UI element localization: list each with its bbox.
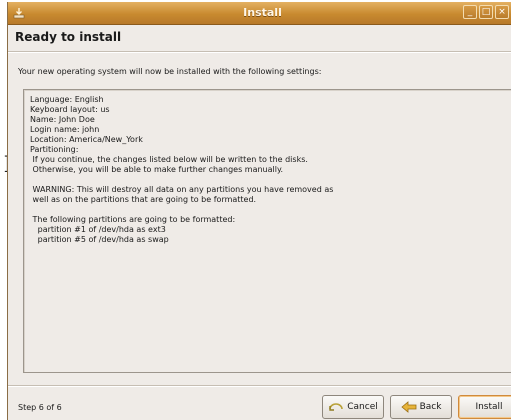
intro-text: Your new operating system will now be in… [18, 67, 322, 76]
back-arrow-icon [400, 401, 416, 413]
settings-summary-panel[interactable]: Language: English Keyboard layout: us Name… [23, 89, 511, 373]
minimize-icon[interactable]: _ [463, 5, 477, 19]
back-button[interactable]: Back [390, 395, 452, 419]
settings-line: If you continue, the changes listed belo… [30, 155, 308, 164]
maximize-icon[interactable]: □ [479, 5, 493, 19]
cancel-button[interactable]: Cancel [322, 395, 384, 419]
page-title: Ready to install [15, 30, 122, 44]
settings-line: Login name: john [30, 125, 100, 134]
window-title: Install [243, 6, 282, 19]
settings-line: partition #5 of /dev/hda as swap [30, 235, 169, 244]
screen: r K r e ... Install _ □ × Ready to insta… [0, 0, 511, 420]
title-bar[interactable]: Install _ □ × [8, 2, 511, 25]
footer-divider [8, 385, 511, 387]
settings-line [30, 205, 333, 215]
settings-line: well as on the partitions that are going… [30, 195, 257, 204]
cancel-icon [329, 403, 344, 411]
step-indicator: Step 6 of 6 [18, 403, 62, 412]
install-window: Install _ □ × Ready to install Your new … [7, 2, 511, 420]
settings-line: Language: English [30, 95, 104, 104]
settings-summary-text: Language: English Keyboard layout: us Name… [30, 95, 333, 245]
settings-line: Location: America/New_York [30, 135, 143, 144]
settings-line [30, 175, 333, 185]
settings-line: WARNING: This will destroy all data on a… [30, 185, 334, 194]
settings-line: Name: John Doe [30, 115, 95, 124]
back-button-label: Back [419, 402, 442, 412]
settings-line: The following partitions are going to be… [30, 215, 236, 224]
close-icon[interactable]: × [495, 5, 509, 19]
settings-line: Keyboard layout: us [30, 105, 110, 114]
install-button-label: Install [475, 402, 503, 412]
cancel-button-label: Cancel [347, 402, 378, 412]
window-controls: _ □ × [463, 5, 509, 19]
install-button[interactable]: Install [458, 395, 511, 419]
settings-line: Otherwise, you will be able to make furt… [30, 165, 284, 174]
settings-line: partition #1 of /dev/hda as ext3 [30, 225, 166, 234]
settings-line: Partitioning: [30, 145, 79, 154]
heading-divider [8, 51, 511, 53]
